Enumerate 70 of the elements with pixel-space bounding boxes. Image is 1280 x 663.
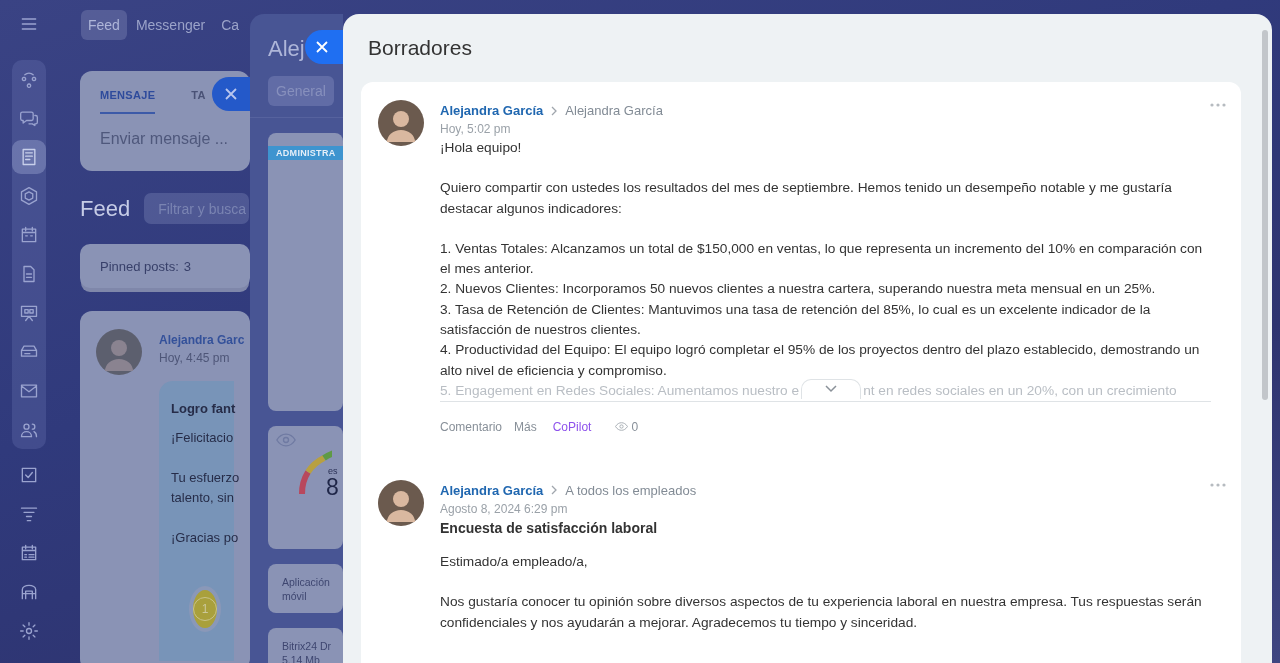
post-time: Hoy, 5:02 pm	[440, 122, 512, 136]
arch-icon	[19, 582, 39, 602]
gauge-value: 8	[326, 474, 339, 501]
panel-title: Borradores	[367, 35, 473, 61]
action-link[interactable]: Más	[514, 419, 537, 434]
panel-title: Alej	[268, 36, 305, 62]
post-text: 3. Tasa de Retención de Clientes: Mantuvimos una tasa de retención del 85%, lo cual es un excelente indicador de la satisfacción de nuestros clientes.	[440, 300, 1152, 340]
feed-title: Feed	[80, 195, 131, 222]
post-text: 1. Ventas Totales: Alcanzamos un total de $150,000 en ventas, lo que representa un incremento del 10% en comparación con el mes anterior.	[440, 239, 1204, 279]
recipient-name[interactable]: A todos los empleados	[565, 482, 697, 498]
avatar	[378, 100, 424, 146]
avatar	[96, 329, 142, 375]
pinned-label: Pinned posts:	[100, 258, 179, 274]
post-text: 5. Engagement en Redes Sociales: Aumentamos nuestro e	[440, 381, 800, 400]
composer-tab[interactable]: TA	[191, 71, 206, 114]
post-text: ¡Felicitacio	[171, 429, 234, 447]
role-label: ADMINISTRA	[268, 146, 343, 160]
sidebar-item[interactable]	[12, 140, 46, 174]
eye-icon	[276, 433, 296, 447]
scrollbar[interactable]	[1262, 30, 1268, 400]
post-time: Hoy, 4:45 pm	[159, 351, 231, 365]
chevron-icon	[551, 105, 558, 116]
copilot-link[interactable]: CoPilot	[552, 419, 592, 434]
close-icon	[316, 41, 328, 53]
view-count: 0	[615, 419, 639, 434]
composer-tab[interactable]: MENSAJE	[100, 71, 156, 114]
nav-tab[interactable]: Ca	[214, 10, 247, 40]
post-text: ¡Hola equipo!	[440, 139, 523, 157]
chevron-icon	[551, 485, 558, 496]
gauge-label: es	[328, 466, 338, 476]
post-title: Encuesta de satisfacción laboral	[440, 519, 659, 536]
expand-button[interactable]	[801, 378, 862, 399]
author-name[interactable]: Alejandra García	[440, 482, 544, 498]
post-text: Nos gustaría conocer tu opinión sobre diversos aspectos de tu experiencia laboral en nuestra empresa. Tus respuestas serán confidenciales y nos ayudarán a mejorar. Agradecemos tu tiempo y sinceridad.	[440, 593, 1203, 632]
checkbox-icon	[19, 465, 39, 485]
app-text: Bitrix24 Dr	[282, 639, 332, 653]
board-icon	[19, 303, 39, 323]
action-link[interactable]: Comentario	[440, 419, 503, 434]
post-title: Logro fant	[171, 401, 236, 416]
app-card[interactable]: Aplicación móvil	[268, 564, 343, 613]
post-text: ¡Gracias po	[171, 529, 239, 547]
app-text: Aplicación	[282, 575, 331, 589]
post-text: Tu esfuerzo	[171, 469, 240, 487]
more-icon[interactable]	[1210, 482, 1226, 487]
post-text: 4. Productividad del Equipo: El equipo logró completar el 95% de los proyectos dentro del plazo establecido, demostrando un alto nivel de eficiencia y compromiso.	[440, 341, 1201, 380]
post-time: Agosto 8, 2024 6:29 pm	[440, 501, 569, 516]
author-name[interactable]: Alejandra García	[440, 103, 544, 118]
pinned-count: 3	[183, 258, 191, 274]
post-text: nt en redes sociales en un 20%, con un crecimiento	[863, 381, 1177, 400]
post-text: Estimado/a empleado/a,	[440, 552, 589, 571]
author-name[interactable]: Alejandra Garc	[159, 333, 245, 347]
close-button[interactable]	[212, 77, 250, 111]
chevron-down-icon	[825, 385, 838, 394]
nav-tab[interactable]: Messenger	[128, 10, 213, 40]
close-icon	[225, 88, 237, 100]
recipient-name[interactable]: Alejandra García	[565, 103, 663, 118]
badge: 1	[189, 586, 221, 632]
post-text: Quiero compartir con ustedes los resultados del mes de septiembre. Hemos tenido un desempeño notable y me gustaría destacar algunos indicadores:	[440, 179, 1173, 218]
more-icon[interactable]	[1210, 103, 1226, 107]
app-text: móvil	[282, 589, 308, 603]
settings-icon	[19, 621, 39, 641]
close-button[interactable]	[305, 30, 343, 64]
post-text: talento, sin	[171, 489, 234, 507]
calendar-icon	[19, 225, 39, 245]
nav-tab[interactable]: Feed	[81, 10, 127, 40]
message-field[interactable]: Enviar mensaje ...	[100, 130, 230, 148]
hexagon-icon	[19, 186, 39, 206]
calendar-list-icon	[19, 543, 39, 563]
post-text: 2. Nuevos Clientes: Incorporamos 50 nuevos clientes a nuestra cartera, superando nuestra meta mensual en un 25%.	[440, 280, 1157, 299]
avatar	[378, 479, 424, 526]
